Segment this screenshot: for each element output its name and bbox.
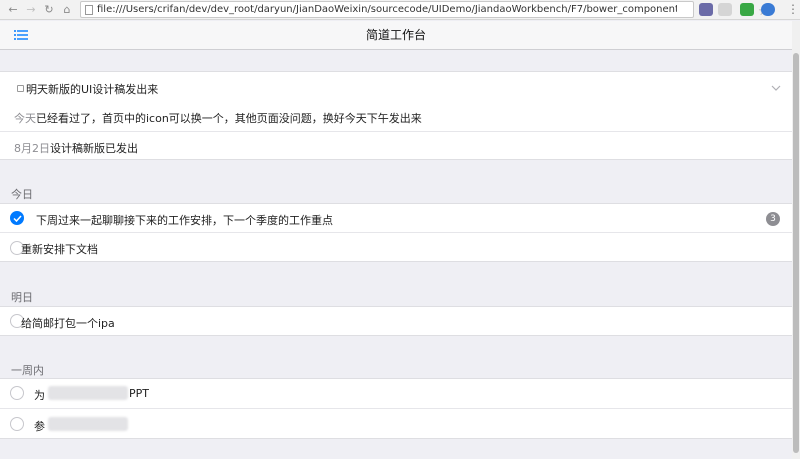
task-title: 给简邮打包一个ipa bbox=[21, 317, 115, 330]
comment-text: 设计稿新版已发出 bbox=[50, 142, 138, 155]
forward-icon[interactable]: → bbox=[24, 2, 38, 17]
comment-row: 8月2日设计稿新版已发出 bbox=[14, 140, 138, 156]
menu-icon[interactable]: ⋮ bbox=[787, 2, 799, 17]
task-title: 下周过来一起聊聊接下来的工作安排，下一个季度的工作重点 bbox=[36, 214, 333, 227]
scrollbar[interactable] bbox=[792, 21, 800, 459]
list-item[interactable]: 参 bbox=[0, 409, 792, 439]
divider bbox=[0, 131, 792, 132]
list-item[interactable]: 重新安排下文档 bbox=[0, 233, 792, 262]
page-icon bbox=[85, 5, 93, 15]
comment-row: 今天已经看过了，首页中的icon可以换一个，其他页面没问题，换好今天下午发出来 bbox=[14, 110, 422, 126]
extension-icon[interactable] bbox=[718, 3, 732, 16]
extension-icon[interactable] bbox=[740, 3, 754, 16]
navbar: 简道工作台 bbox=[0, 21, 792, 50]
task-radio[interactable] bbox=[10, 417, 24, 431]
list-item[interactable]: 给简邮打包一个ipa bbox=[0, 307, 792, 336]
list-item[interactable]: 下周过来一起聊聊接下来的工作安排，下一个季度的工作重点 3 bbox=[0, 204, 792, 232]
scrollbar-thumb[interactable] bbox=[793, 53, 799, 453]
featured-task-title: 明天新版的UI设计稿发出来 bbox=[26, 83, 159, 96]
section-label-this-week: 一周内 bbox=[11, 364, 44, 377]
browser-toolbar: ← → ↻ ⌂ file:///Users/crifan/dev/dev_roo… bbox=[0, 0, 800, 20]
list-item[interactable]: 为 PPT bbox=[0, 379, 792, 408]
extension-icon[interactable] bbox=[761, 3, 775, 16]
page-title: 简道工作台 bbox=[365, 28, 426, 42]
task-title: 为 bbox=[34, 389, 45, 402]
task-list-week: 为 PPT 参 bbox=[0, 378, 792, 439]
redacted-text bbox=[48, 417, 128, 431]
task-title-suffix: PPT bbox=[129, 387, 149, 400]
url-text: file:///Users/crifan/dev/dev_root/daryun… bbox=[97, 4, 677, 15]
address-bar[interactable]: file:///Users/crifan/dev/dev_root/daryun… bbox=[80, 1, 769, 18]
comment-text: 已经看过了，首页中的icon可以换一个，其他页面没问题，换好今天下午发出来 bbox=[36, 112, 422, 125]
task-radio[interactable] bbox=[10, 386, 24, 400]
task-title: 参 bbox=[34, 420, 45, 433]
comment-count-badge: 3 bbox=[766, 212, 780, 226]
app-view: 简道工作台 明天新版的UI设计稿发出来 今天已经看过了，首页中的icon可以换一… bbox=[0, 21, 792, 459]
back-icon[interactable]: ← bbox=[6, 2, 20, 17]
chevron-down-icon[interactable] bbox=[771, 85, 781, 91]
extension-icon[interactable] bbox=[699, 3, 713, 16]
section-label-today: 今日 bbox=[11, 188, 33, 201]
featured-task-card[interactable]: 明天新版的UI设计稿发出来 今天已经看过了，首页中的icon可以换一个，其他页面… bbox=[0, 71, 792, 160]
reload-icon[interactable]: ↻ bbox=[42, 2, 56, 17]
redacted-text bbox=[48, 386, 128, 400]
comment-date: 今天 bbox=[14, 112, 36, 125]
home-icon[interactable]: ⌂ bbox=[60, 2, 74, 17]
task-title: 重新安排下文档 bbox=[21, 243, 98, 256]
task-list-tomorrow: 给简邮打包一个ipa bbox=[0, 306, 792, 336]
task-list-today: 下周过来一起聊聊接下来的工作安排，下一个季度的工作重点 3 重新安排下文档 bbox=[0, 203, 792, 262]
comment-date: 8月2日 bbox=[14, 142, 50, 155]
task-checkbox[interactable] bbox=[17, 85, 24, 92]
task-checked-icon[interactable] bbox=[10, 211, 24, 225]
section-label-tomorrow: 明日 bbox=[11, 291, 33, 304]
